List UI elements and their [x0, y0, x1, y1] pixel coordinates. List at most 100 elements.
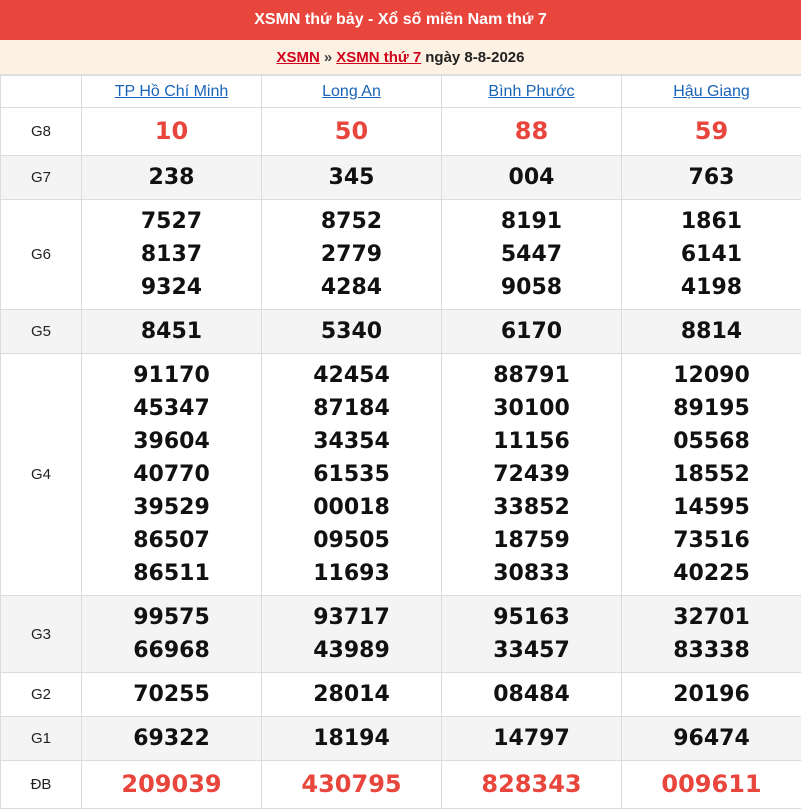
prize-number: 5447 — [500, 242, 563, 267]
prize-label: ĐB — [0, 760, 82, 809]
prize-row: ĐB 209039 430795 828343 009611 — [0, 760, 801, 809]
prize-number: 88791 — [493, 363, 570, 388]
prize-number: 7527 — [140, 209, 203, 234]
breadcrumb-separator: » — [323, 48, 333, 66]
breadcrumb-link-xsmn[interactable]: XSMN — [277, 49, 320, 66]
prize-number: 05568 — [673, 429, 750, 454]
prize-number: 004 — [508, 165, 555, 190]
prize-number: 1861 — [680, 209, 743, 234]
prize-number: 72439 — [493, 462, 570, 487]
prize-number: 43989 — [313, 638, 390, 663]
prize-cell: 18194 — [261, 716, 442, 761]
prize-cell: 42454 87184 34354 61535 00018 09505 11693 — [261, 353, 442, 596]
prize-number: 99575 — [133, 605, 210, 630]
prize-number: 87184 — [313, 396, 390, 421]
prize-number: 11156 — [493, 429, 570, 454]
prize-label: G2 — [0, 672, 82, 717]
prize-number: 86507 — [133, 528, 210, 553]
prize-cell: 96474 — [621, 716, 801, 761]
prize-cell: 59 — [621, 107, 801, 156]
prize-number: 6170 — [500, 319, 563, 344]
prize-cell: 32701 83338 — [621, 595, 801, 673]
prize-number: 39529 — [133, 495, 210, 520]
prize-number: 86511 — [133, 561, 210, 586]
prize-number: 34354 — [313, 429, 390, 454]
prize-number: 89195 — [673, 396, 750, 421]
prize-cell: 6170 — [441, 309, 622, 354]
province-header-row: TP Hồ Chí Minh Long An Bình Phước Hậu Gi… — [0, 75, 801, 108]
prize-number: 61535 — [313, 462, 390, 487]
prize-label: G7 — [0, 155, 82, 200]
prize-cell: 91170 45347 39604 40770 39529 86507 86511 — [81, 353, 262, 596]
prize-number: 50 — [334, 117, 369, 145]
prize-cell: 12090 89195 05568 18552 14595 73516 40225 — [621, 353, 801, 596]
prize-cell: 345 — [261, 155, 442, 200]
prize-row: G7 238 345 004 763 — [0, 155, 801, 200]
page-header: XSMN thứ bảy - Xổ số miền Nam thứ 7 — [0, 0, 801, 40]
prize-cell: 009611 — [621, 760, 801, 809]
province-link[interactable]: Hậu Giang — [673, 83, 750, 100]
prize-number: 430795 — [301, 770, 402, 798]
province-header: Long An — [261, 75, 442, 108]
prize-row: G8 10 50 88 59 — [0, 107, 801, 156]
prize-number: 209039 — [121, 770, 222, 798]
prize-number: 42454 — [313, 363, 390, 388]
prize-cell: 430795 — [261, 760, 442, 809]
prize-cell: 238 — [81, 155, 262, 200]
prize-number: 8814 — [680, 319, 743, 344]
prize-number: 10 — [154, 117, 189, 145]
page-title: XSMN thứ bảy - Xổ số miền Nam thứ 7 — [254, 11, 547, 28]
prize-number: 5340 — [320, 319, 383, 344]
prize-row: G3 99575 66968 93717 43989 95163 33457 32701 833… — [0, 595, 801, 673]
prize-number: 6141 — [680, 242, 743, 267]
breadcrumb-date: ngày 8-8-2026 — [425, 48, 525, 66]
prize-row: G1 69322 18194 14797 96474 — [0, 716, 801, 761]
prize-number: 09505 — [313, 528, 390, 553]
province-link[interactable]: Long An — [322, 83, 381, 100]
prize-number: 8191 — [500, 209, 563, 234]
prize-number: 91170 — [133, 363, 210, 388]
prize-cell: 20196 — [621, 672, 801, 717]
prize-number: 66968 — [133, 638, 210, 663]
prize-cell: 88791 30100 11156 72439 33852 18759 30833 — [441, 353, 622, 596]
prize-number: 39604 — [133, 429, 210, 454]
prize-number: 828343 — [481, 770, 582, 798]
prize-number: 8451 — [140, 319, 203, 344]
prize-number: 14797 — [493, 726, 570, 751]
prize-cell: 828343 — [441, 760, 622, 809]
prize-number: 73516 — [673, 528, 750, 553]
corner-cell — [0, 75, 82, 108]
province-link[interactable]: TP Hồ Chí Minh — [115, 83, 229, 100]
prize-cell: 70255 — [81, 672, 262, 717]
prize-cell: 8752 2779 4284 — [261, 199, 442, 310]
breadcrumb-link-xsmn-thu-7[interactable]: XSMN thứ 7 — [336, 49, 421, 66]
prize-number: 33852 — [493, 495, 570, 520]
province-header: Bình Phước — [441, 75, 622, 108]
prize-number: 18552 — [673, 462, 750, 487]
prize-number: 4198 — [680, 275, 743, 300]
province-link[interactable]: Bình Phước — [488, 83, 574, 100]
prize-number: 9058 — [500, 275, 563, 300]
prize-cell: 50 — [261, 107, 442, 156]
prize-cell: 28014 — [261, 672, 442, 717]
prize-number: 93717 — [313, 605, 390, 630]
prize-label: G5 — [0, 309, 82, 354]
prize-number: 20196 — [673, 682, 750, 707]
prize-number: 59 — [694, 117, 729, 145]
prize-cell: 763 — [621, 155, 801, 200]
prize-number: 238 — [148, 165, 195, 190]
prize-number: 345 — [328, 165, 375, 190]
prize-number: 33457 — [493, 638, 570, 663]
prize-number: 763 — [688, 165, 735, 190]
prize-number: 70255 — [133, 682, 210, 707]
prize-number: 009611 — [661, 770, 762, 798]
prize-number: 2779 — [320, 242, 383, 267]
province-header: Hậu Giang — [621, 75, 801, 108]
results-table: TP Hồ Chí Minh Long An Bình Phước Hậu Gi… — [0, 75, 801, 809]
prize-cell: 14797 — [441, 716, 622, 761]
prize-number: 18194 — [313, 726, 390, 751]
prize-number: 8137 — [140, 242, 203, 267]
prize-cell: 8814 — [621, 309, 801, 354]
prize-row: G5 8451 5340 6170 8814 — [0, 309, 801, 354]
prize-number: 32701 — [673, 605, 750, 630]
